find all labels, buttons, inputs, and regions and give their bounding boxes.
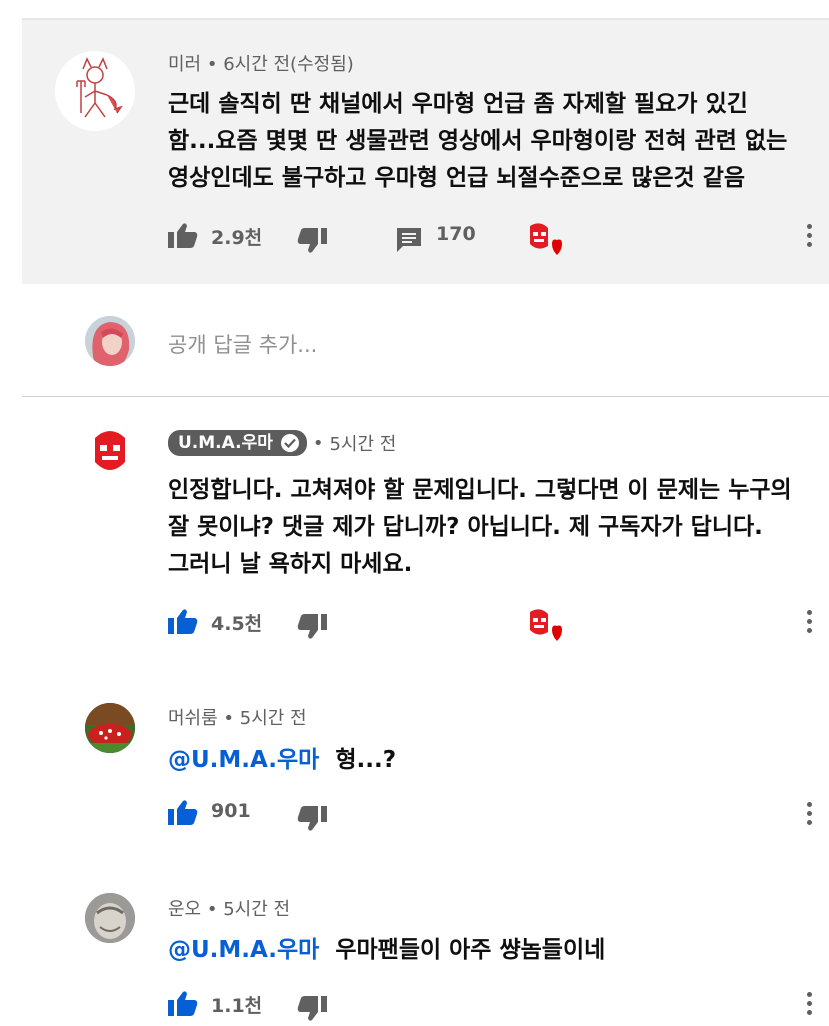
meta-separator: • — [206, 899, 224, 920]
creator-heart-badge — [524, 608, 566, 646]
replies-divider — [22, 396, 829, 397]
thumbs-up-icon — [168, 991, 198, 1016]
creator-heart-icon — [530, 609, 562, 641]
thumbs-down-icon — [297, 996, 327, 1021]
like-button[interactable] — [168, 222, 198, 248]
reply-time[interactable]: 5시간 전 — [223, 899, 290, 920]
creator-heart-icon — [530, 223, 562, 255]
reply-text-line: 그러니 날 욕하지 마세요. — [168, 551, 413, 577]
more-options-icon[interactable] — [807, 802, 813, 829]
more-options-icon[interactable] — [807, 224, 813, 251]
thumbs-down-icon — [297, 228, 327, 253]
reply-text-content: 우마팬들이 아주 썅놈들이네 — [335, 937, 606, 963]
avatar[interactable] — [55, 51, 135, 131]
reply-author[interactable]: 운오 — [168, 899, 201, 920]
thumbs-up-icon — [168, 609, 198, 634]
uma-mask-icon — [95, 431, 125, 470]
meta-separator: • — [223, 708, 240, 729]
reply-text: @U.M.A.우마 우마팬들이 아주 썅놈들이네 — [168, 930, 605, 964]
reply-input[interactable]: 공개 답글 추가... — [168, 329, 317, 359]
user-avatar — [85, 316, 135, 366]
creator-avatar[interactable] — [93, 430, 127, 474]
reply-author: U.M.A.우마 — [178, 433, 273, 453]
comment-text-line: 근데 솔직히 딴 채널에서 우마형 언급 좀 자제할 필요가 있긴 — [168, 91, 748, 117]
creator-heart-badge — [524, 222, 566, 260]
like-button[interactable] — [168, 799, 198, 825]
reply-count[interactable]: 170 — [436, 223, 476, 245]
comment-text-line: 영상인데도 불구하고 우마형 언급 뇌절수준으로 많은것 같음 — [168, 165, 746, 191]
like-count: 4.5천 — [211, 613, 263, 635]
reply-time[interactable]: 5시간 전 — [329, 430, 396, 456]
reply-meta: 머쉬룸 • 5시간 전 — [168, 704, 307, 730]
thumbs-down-icon — [297, 614, 327, 639]
like-button[interactable] — [168, 990, 198, 1016]
like-count: 2.9천 — [211, 227, 263, 249]
reply-time[interactable]: 5시간 전 — [240, 708, 307, 729]
reply-text-content: 형...? — [335, 747, 397, 773]
thumbs-down-icon — [297, 806, 327, 831]
comment-author[interactable]: 미러 — [168, 54, 201, 75]
reply-meta: 운오 • 5시간 전 — [168, 895, 290, 921]
verified-author-badge[interactable]: U.M.A.우마 — [168, 430, 307, 456]
reply-text-line: 잘 못이냐? 댓글 제가 답니까? 아닙니다. 제 구독자가 답니다. — [168, 514, 763, 540]
comment-meta: 미러 • 6시간 전(수정됨) — [168, 50, 354, 76]
comment-text-line: 함...요즘 몇몇 딴 생물관련 영상에서 우마형이랑 전혀 관련 없는 — [168, 128, 788, 154]
more-options-icon[interactable] — [807, 610, 813, 637]
reply-author[interactable]: 머쉬룸 — [168, 708, 218, 729]
thumbs-up-icon — [168, 800, 198, 825]
avatar[interactable] — [85, 893, 135, 943]
verified-check-icon — [280, 434, 299, 452]
mention-link[interactable]: @U.M.A.우마 — [168, 747, 319, 773]
like-count: 901 — [211, 800, 251, 822]
like-count: 1.1천 — [211, 995, 263, 1017]
reply-text-line: 인정합니다. 고쳐져야 할 문제입니다. 그렇다면 이 문제는 누구의 — [168, 477, 792, 503]
reply-text: @U.M.A.우마 형...? — [168, 740, 396, 774]
more-options-icon[interactable] — [807, 992, 813, 1019]
avatar[interactable] — [85, 703, 135, 753]
meta-separator: • — [206, 54, 224, 75]
meta-separator: • — [312, 432, 324, 454]
dislike-button[interactable] — [297, 228, 327, 254]
mention-link[interactable]: @U.M.A.우마 — [168, 937, 319, 963]
comment-icon — [397, 228, 421, 252]
reply-meta: U.M.A.우마 • 5시간 전 — [168, 430, 396, 456]
dislike-button[interactable] — [297, 614, 327, 640]
thumbs-up-icon — [168, 223, 198, 248]
dislike-button[interactable] — [297, 806, 327, 832]
dislike-button[interactable] — [297, 996, 327, 1022]
like-button[interactable] — [168, 608, 198, 634]
comment-time[interactable]: 6시간 전(수정됨) — [223, 54, 354, 75]
reply-button[interactable] — [395, 226, 423, 252]
